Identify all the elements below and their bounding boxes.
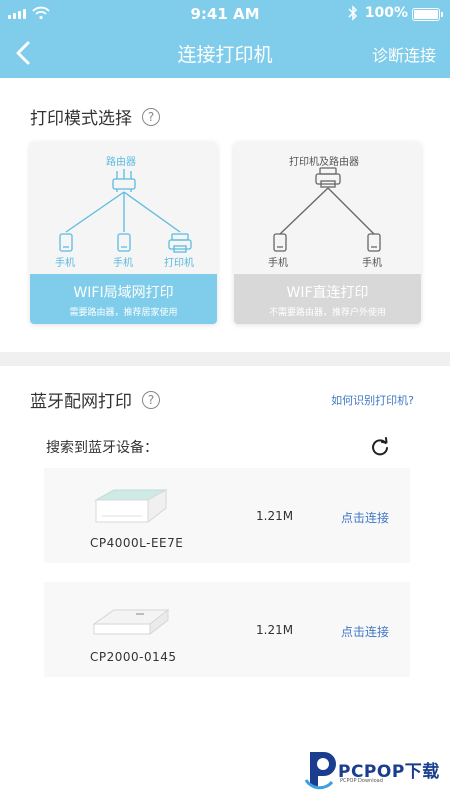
router-label: 路由器 (106, 157, 136, 168)
wifi-lan-diagram: 路由器 手机 手机 打印机 (30, 142, 217, 274)
wifi-direct-mode-card[interactable]: 打印机及路由器 手机 手机 WIF直连打印 不需要路由器，推荐户外使用 (234, 142, 421, 324)
printer-label: 打印机 (164, 258, 194, 269)
printer-image (94, 489, 168, 524)
device-model: CP4000L-EE7E (90, 536, 184, 550)
bluetooth-title: 蓝牙配网打印 (30, 392, 132, 412)
watermark-sub: PCPOP Download (340, 778, 383, 784)
section-divider (0, 352, 450, 366)
wifi-direct-diagram: 打印机及路由器 手机 手机 (234, 142, 421, 274)
print-mode-heading: 打印模式选择 ? (30, 104, 160, 129)
device-size: 1.21M (256, 509, 294, 523)
printer-router-label: 打印机及路由器 (289, 157, 359, 168)
phone-label: 手机 (55, 258, 75, 269)
phone-label: 手机 (362, 258, 382, 269)
phone-label: 手机 (113, 258, 133, 269)
pcpop-logo-icon (304, 752, 336, 790)
bluetooth-heading: 蓝牙配网打印 ? (30, 387, 160, 412)
help-icon[interactable]: ? (142, 107, 160, 126)
wifi-direct-sub: 不需要路由器，推荐户外使用 (268, 308, 386, 318)
wifi-lan-sub: 需要路由器，推荐居家使用 (69, 308, 178, 318)
device-model: CP2000-0145 (90, 650, 177, 664)
help-icon[interactable]: ? (142, 390, 160, 409)
wifi-direct-label: WIF直连打印 (286, 285, 369, 301)
connect-button[interactable]: 点击连接 (341, 623, 389, 640)
diagnose-connection-button[interactable]: 诊断连接 (372, 42, 436, 66)
wifi-lan-band: WIFI局域网打印 需要路由器，推荐居家使用 (30, 274, 217, 324)
bluetooth-icon (348, 5, 358, 21)
watermark: PCPOP下载 PCPOP Download (302, 746, 442, 790)
refresh-icon[interactable] (370, 437, 390, 457)
battery-percent: 100% (364, 5, 408, 21)
printer-image (92, 608, 170, 636)
connect-button[interactable]: 点击连接 (341, 509, 389, 526)
wifi-lan-label: WIFI局域网打印 (73, 285, 174, 301)
identify-printer-link[interactable]: 如何识别打印机? (331, 392, 414, 408)
device-row[interactable]: CP4000L-EE7E 1.21M 点击连接 (44, 468, 410, 563)
nav-bar: 连接打印机 诊断连接 (0, 28, 450, 78)
device-size: 1.21M (256, 623, 294, 637)
search-result-label: 搜索到蓝牙设备： (46, 440, 158, 456)
phone-label: 手机 (268, 258, 288, 269)
print-mode-title: 打印模式选择 (30, 109, 132, 129)
status-bar: 9:41 AM 100% (0, 0, 450, 28)
wifi-lan-mode-card[interactable]: 路由器 手机 手机 打印机 WIFI局域网打印 需要路由器，推荐居家使用 (30, 142, 217, 324)
wifi-direct-band: WIF直连打印 不需要路由器，推荐户外使用 (234, 274, 421, 324)
device-row[interactable]: CP2000-0145 1.21M 点击连接 (44, 582, 410, 677)
battery-icon (412, 8, 443, 21)
